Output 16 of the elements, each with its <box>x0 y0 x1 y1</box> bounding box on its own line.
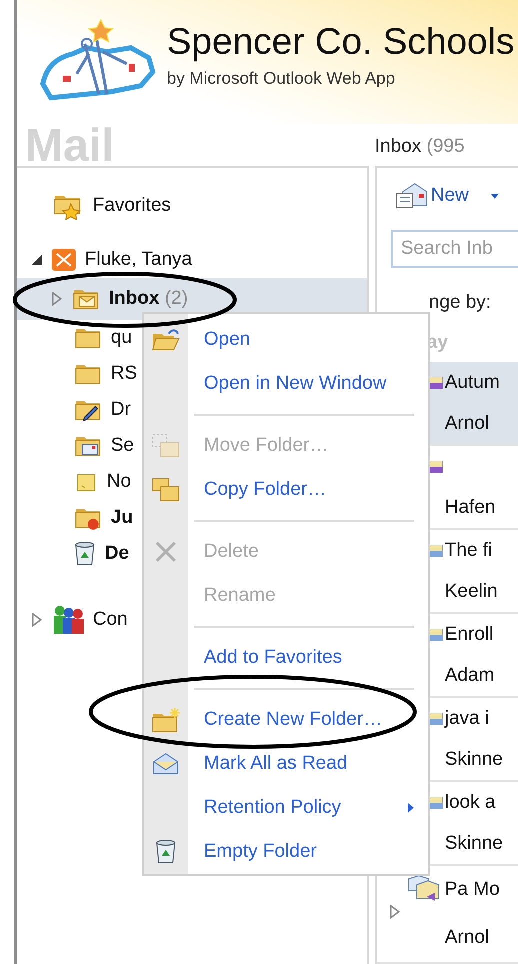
app-subtitle: by Microsoft Outlook Web App <box>167 68 396 89</box>
message-sender: Hafen <box>445 496 497 518</box>
app-title: Spencer Co. Schools <box>167 20 515 63</box>
message-sender: Adam <box>445 664 496 686</box>
message-sender: Arnol <box>445 927 490 949</box>
message-sender: Keelin <box>445 580 499 602</box>
message-subject: Autum <box>445 372 501 394</box>
message-subject: The fi <box>445 540 494 562</box>
message-sender: Arnol <box>445 412 490 434</box>
message-subject: java i <box>445 708 490 730</box>
message-subject: Enroll <box>445 624 495 646</box>
message-sender: Skinne <box>445 832 504 854</box>
message-sender: Skinne <box>445 748 504 770</box>
message-subject: look a <box>445 792 497 814</box>
folder-heading: Inbox (995 <box>375 136 465 158</box>
message-subject: Pa Mo <box>445 879 501 901</box>
